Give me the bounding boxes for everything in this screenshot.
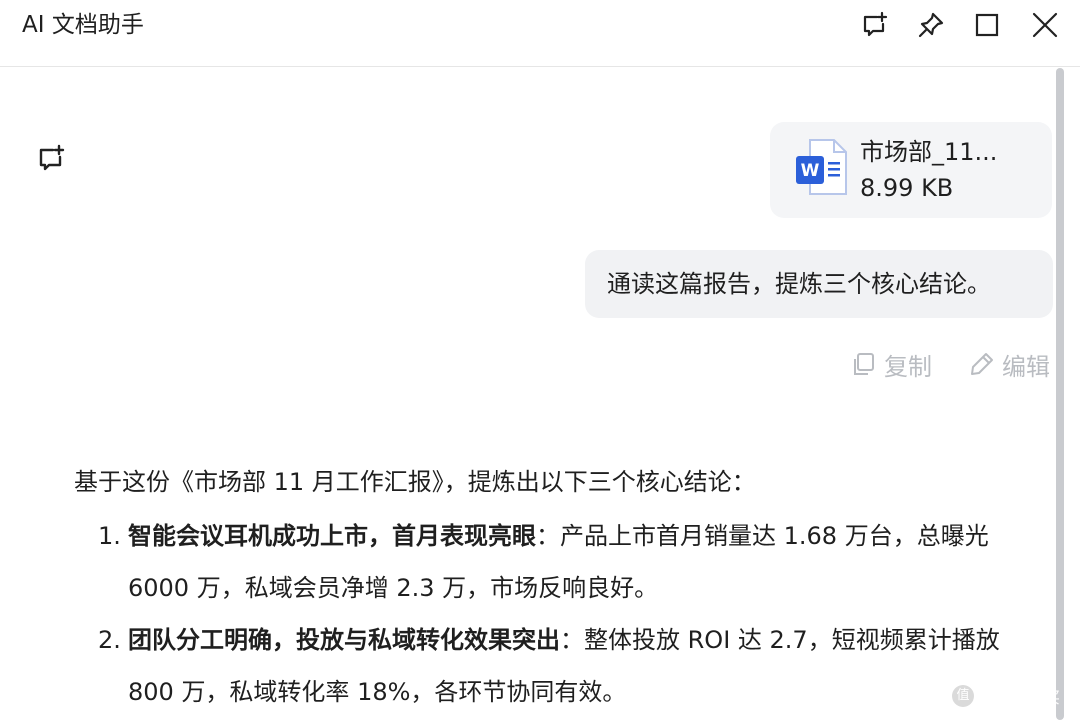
new-conversation-button[interactable] <box>36 142 68 174</box>
list-item-heading: 团队分工明确，投放与私域转化效果突出 <box>128 626 560 654</box>
app-title: AI 文档助手 <box>22 12 144 38</box>
watermark-badge: 值 <box>952 685 974 707</box>
scrollbar-thumb[interactable] <box>1056 68 1064 720</box>
maximize-icon <box>972 10 1002 40</box>
pin-button[interactable] <box>916 10 946 40</box>
edit-icon <box>968 350 996 378</box>
edit-label: 编辑 <box>1002 352 1050 381</box>
copy-label: 复制 <box>884 352 932 381</box>
title-bar: AI 文档助手 <box>0 0 1080 67</box>
list-item-number: 1. <box>98 522 121 550</box>
svg-text:W: W <box>801 161 820 181</box>
attachment-card[interactable]: W 市场部_11... 8.99 KB <box>770 122 1052 218</box>
user-message-bubble: 通读这篇报告，提炼三个核心结论。 <box>585 250 1053 318</box>
assistant-answer: 基于这份《市场部 11 月工作汇报》，提炼出以下三个核心结论： 1. 智能会议耳… <box>74 460 1054 718</box>
attachment-size: 8.99 KB <box>860 174 954 202</box>
maximize-button[interactable] <box>972 10 1002 40</box>
new-chat-button[interactable] <box>860 10 890 40</box>
close-icon <box>1030 10 1060 40</box>
attachment-name: 市场部_11... <box>860 138 998 166</box>
list-item-heading: 智能会议耳机成功上市，首月表现亮眼 <box>128 522 536 550</box>
new-chat-icon <box>860 10 890 40</box>
list-item-number: 2. <box>98 626 121 654</box>
edit-button[interactable]: 编辑 <box>968 346 1050 382</box>
list-item: 1. 智能会议耳机成功上市，首月表现亮眼：产品上市首月销量达 1.68 万台，总… <box>74 510 1048 614</box>
user-message-text: 通读这篇报告，提炼三个核心结论。 <box>607 270 991 298</box>
copy-icon <box>850 350 878 378</box>
word-doc-icon: W <box>796 138 848 196</box>
new-chat-icon <box>36 142 68 174</box>
watermark-text: 什么值得买 <box>980 688 1061 707</box>
answer-intro: 基于这份《市场部 11 月工作汇报》，提炼出以下三个核心结论： <box>74 468 756 496</box>
copy-button[interactable]: 复制 <box>850 346 932 382</box>
answer-list: 1. 智能会议耳机成功上市，首月表现亮眼：产品上市首月销量达 1.68 万台，总… <box>74 510 1054 718</box>
pin-icon <box>916 10 946 40</box>
list-item: 2. 团队分工明确，投放与私域转化效果突出：整体投放 ROI 达 2.7，短视频… <box>74 614 1048 718</box>
close-button[interactable] <box>1030 10 1060 40</box>
watermark: 值 什么值得买 <box>952 684 1060 708</box>
